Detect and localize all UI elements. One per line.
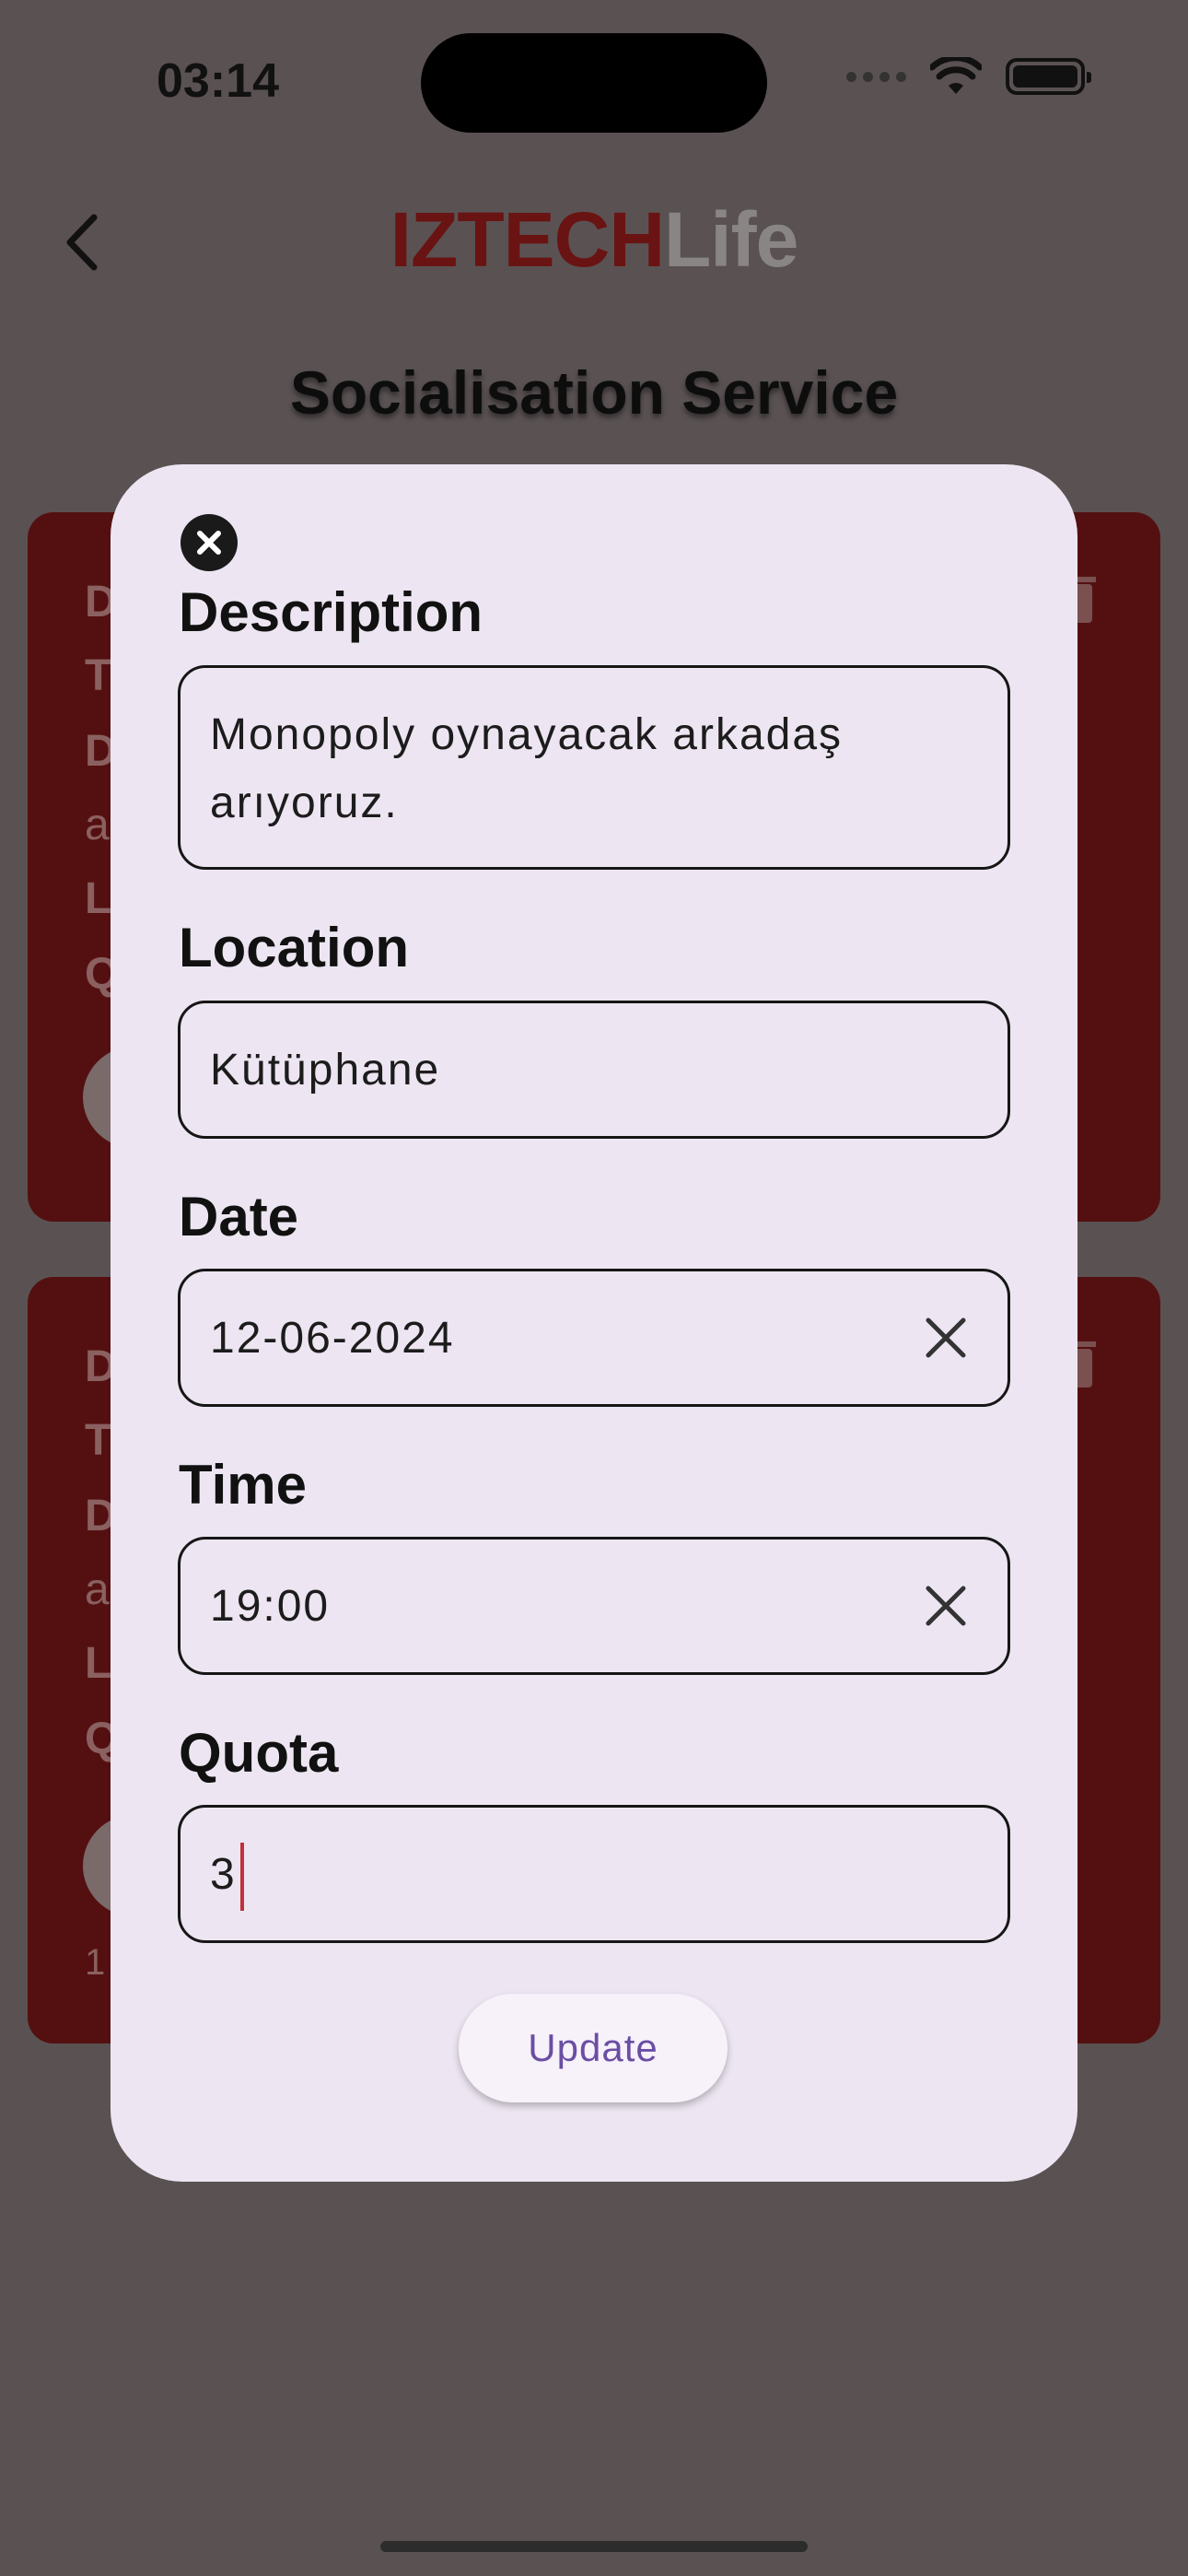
home-indicator[interactable]: [380, 2541, 808, 2552]
quota-label: Quota: [179, 1722, 339, 1784]
text-cursor: [239, 1843, 244, 1912]
card-text: L: [85, 874, 112, 923]
cellular-signal-icon: [846, 71, 906, 82]
close-icon: [197, 531, 221, 555]
close-modal-button[interactable]: [181, 514, 238, 571]
edit-event-modal: Description Monopoly oynayacak arkadaş a…: [111, 464, 1077, 2182]
time-value: 19:00: [210, 1582, 331, 1631]
description-line-2: arıyoruz.: [210, 779, 399, 827]
clear-time-icon[interactable]: [925, 1585, 967, 1627]
dynamic-island: [421, 33, 767, 133]
card-text: T: [85, 651, 112, 700]
battery-icon: [1006, 58, 1091, 95]
location-value: Kütüphane: [210, 1046, 441, 1095]
status-icons: [846, 57, 1091, 96]
card-text: a: [85, 801, 110, 849]
location-label: Location: [179, 917, 409, 978]
card-footer: 1: [85, 1942, 106, 1983]
location-field[interactable]: Kütüphane: [178, 1001, 1010, 1139]
date-value: 12-06-2024: [210, 1314, 455, 1363]
description-value: Monopoly oynayacak arkadaş arıyoruz.: [210, 701, 843, 837]
description-field[interactable]: Monopoly oynayacak arkadaş arıyoruz.: [178, 665, 1010, 870]
card-text: L: [85, 1639, 112, 1688]
time-field[interactable]: 19:00: [178, 1537, 1010, 1675]
card-text: a: [85, 1565, 110, 1614]
date-field[interactable]: 12-06-2024: [178, 1269, 1010, 1407]
brand-part-1: IZTECH: [390, 196, 665, 283]
description-label: Description: [179, 581, 483, 643]
wifi-icon: [930, 57, 982, 94]
description-line-1: Monopoly oynayacak arkadaş: [210, 710, 844, 759]
update-button[interactable]: Update: [459, 1994, 728, 2102]
quota-value: 3: [210, 1850, 237, 1899]
brand-part-2: Life: [663, 196, 798, 283]
quota-field[interactable]: 3: [178, 1805, 1010, 1943]
app-logo: IZTECHLife: [0, 195, 1188, 285]
date-label: Date: [179, 1186, 299, 1247]
time-label: Time: [179, 1454, 307, 1516]
card-text: T: [85, 1416, 112, 1465]
quota-input[interactable]: 3: [210, 1841, 244, 1912]
clear-date-icon[interactable]: [925, 1317, 967, 1359]
status-time: 03:14: [157, 54, 279, 108]
page-title: Socialisation Service: [289, 358, 899, 427]
